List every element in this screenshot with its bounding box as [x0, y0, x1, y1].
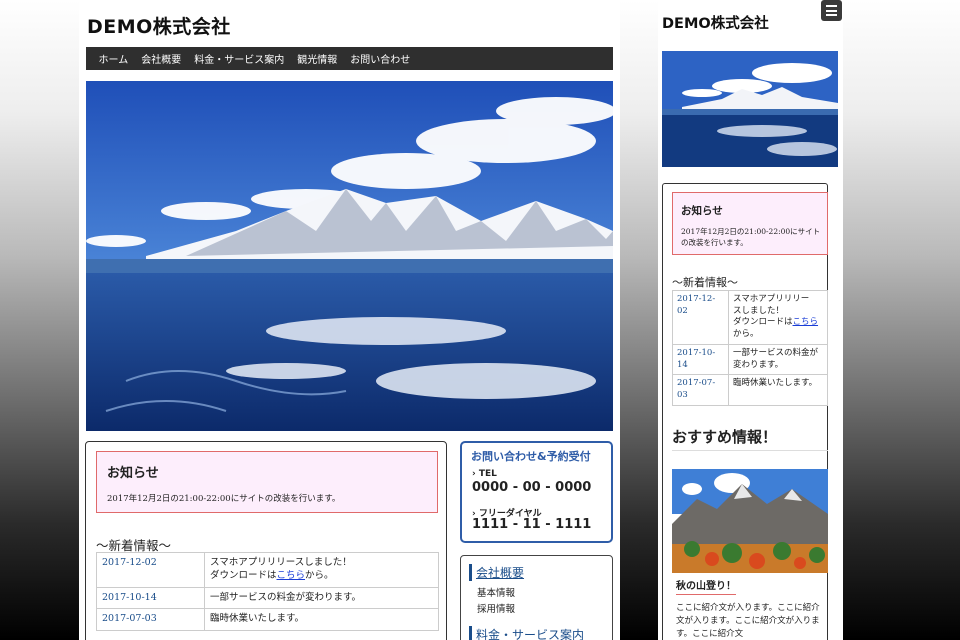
- mobile-hero-image: [662, 51, 838, 167]
- news-date: 2017-10-14: [672, 343, 729, 376]
- news-text: スマホアプリリリー スしました！ ダウンロードはこちら から。: [728, 290, 828, 345]
- nav-item-contact[interactable]: お問い合わせ: [350, 51, 410, 66]
- mobile-page: DEMO株式会社 お知らせ 2017年12月2日の21:00-22:00にサイト…: [658, 0, 843, 640]
- mobile-notice-title: お知らせ: [681, 205, 723, 217]
- news-line: ダウンロードは: [733, 317, 793, 328]
- table-row: 2017-12-02 スマホアプリリリースしました！ ダウンロードはこちらから。: [96, 552, 439, 588]
- side-menu-item-basic[interactable]: 基本情報: [477, 585, 515, 599]
- recommend-heading: おすすめ情報！: [672, 426, 828, 451]
- hero-image: [86, 81, 613, 431]
- global-nav: ホーム 会社概要 料金・サービス案内 観光情報 お問い合わせ: [86, 47, 613, 70]
- nav-item-services[interactable]: 料金・サービス案内: [194, 51, 284, 66]
- site-logo[interactable]: DEMO株式会社: [87, 12, 231, 39]
- news-text: スマホアプリリリースしました！ ダウンロードはこちらから。: [204, 552, 439, 588]
- mobile-site-logo[interactable]: DEMO株式会社: [662, 12, 769, 33]
- tel-label: › TEL: [472, 469, 497, 479]
- nav-item-home[interactable]: ホーム: [99, 51, 129, 66]
- table-row: 2017-10-14 一部サービスの料金が変わります。: [672, 343, 828, 376]
- mobile-news-table: 2017-12-02 スマホアプリリリー スしました！ ダウンロードはこちら か…: [672, 290, 828, 406]
- mobile-hero-illustration: [662, 51, 838, 167]
- autumn-mountain-illustration: [672, 469, 828, 573]
- nav-item-company[interactable]: 会社概要: [141, 51, 181, 66]
- mobile-notice-panel: お知らせ 2017年12月2日の21:00-22:00にサイトの改装を行います。…: [662, 183, 828, 640]
- side-menu-company[interactable]: 会社概要: [469, 564, 524, 581]
- freedial-number[interactable]: 1111 - 11 - 1111: [472, 517, 591, 532]
- chevron-right-icon: ›: [472, 469, 476, 479]
- news-date: 2017-10-14: [96, 586, 205, 610]
- nav-item-tourism[interactable]: 観光情報: [297, 51, 337, 66]
- mobile-news-heading: 〜新着情報〜: [672, 276, 738, 289]
- tel-number[interactable]: 0000 - 00 - 0000: [472, 480, 591, 495]
- side-menu: 会社概要 基本情報 採用情報 料金・サービス案内: [460, 555, 613, 640]
- recommend-image[interactable]: [672, 469, 828, 573]
- news-line: から。: [305, 569, 334, 581]
- mobile-notice-text: 2017年12月2日の21:00-22:00にサイトの改装を行います。: [681, 227, 821, 248]
- news-line: ダウンロードは: [210, 569, 277, 581]
- notice-card: お知らせ 2017年12月2日の21:00-22:00にサイトの改装を行います。: [96, 451, 438, 513]
- news-date: 2017-07-03: [672, 374, 729, 406]
- news-text: 臨時休業いたします。: [204, 608, 439, 632]
- download-link[interactable]: こちら: [277, 570, 306, 581]
- news-text: 一部サービスの料金が変わります。: [204, 586, 439, 610]
- notice-text: 2017年12月2日の21:00-22:00にサイトの改装を行います。: [107, 494, 341, 504]
- side-menu-services[interactable]: 料金・サービス案内: [469, 626, 584, 640]
- news-line: から。: [733, 329, 759, 340]
- side-menu-item-recruit[interactable]: 採用情報: [477, 601, 515, 615]
- notice-title: お知らせ: [107, 466, 159, 481]
- contact-box: お問い合わせ&予約受付 › TEL 0000 - 00 - 0000 › フリー…: [460, 441, 613, 543]
- news-date: 2017-12-02: [672, 290, 729, 345]
- table-row: 2017-10-14 一部サービスの料金が変わります。: [96, 586, 439, 610]
- news-text: 臨時休業いたします。: [728, 374, 828, 406]
- notice-panel: お知らせ 2017年12月2日の21:00-22:00にサイトの改装を行います。…: [85, 441, 447, 640]
- news-line: スマホアプリリリースしました！: [210, 557, 352, 568]
- recommend-text: ここに紹介文が入ります。ここに紹介文が入ります。ここに紹介文が入ります。ここに紹…: [676, 603, 820, 640]
- news-date: 2017-07-03: [96, 608, 205, 632]
- table-row: 2017-07-03 臨時休業いたします。: [96, 608, 439, 632]
- table-row: 2017-07-03 臨時休業いたします。: [672, 374, 828, 406]
- news-table: 2017-12-02 スマホアプリリリースしました！ ダウンロードはこちらから。…: [96, 552, 439, 632]
- hero-landscape-illustration: [86, 81, 613, 431]
- desktop-page: DEMO株式会社 ホーム 会社概要 料金・サービス案内 観光情報 お問い合わせ: [79, 0, 620, 640]
- table-row: 2017-12-02 スマホアプリリリー スしました！ ダウンロードはこちら か…: [672, 290, 828, 345]
- recommend-title[interactable]: 秋の山登り！: [676, 577, 736, 595]
- hamburger-menu-icon[interactable]: [821, 0, 842, 21]
- news-line: スマホアプリリリー: [733, 294, 810, 304]
- mobile-download-link[interactable]: こちら: [793, 317, 819, 327]
- contact-title: お問い合わせ&予約受付: [471, 450, 591, 463]
- mobile-notice-card: お知らせ 2017年12月2日の21:00-22:00にサイトの改装を行います。: [672, 192, 828, 255]
- news-text: 一部サービスの料金が変わります。: [728, 343, 828, 376]
- news-date: 2017-12-02: [96, 552, 205, 588]
- news-line: スしました！: [733, 305, 785, 316]
